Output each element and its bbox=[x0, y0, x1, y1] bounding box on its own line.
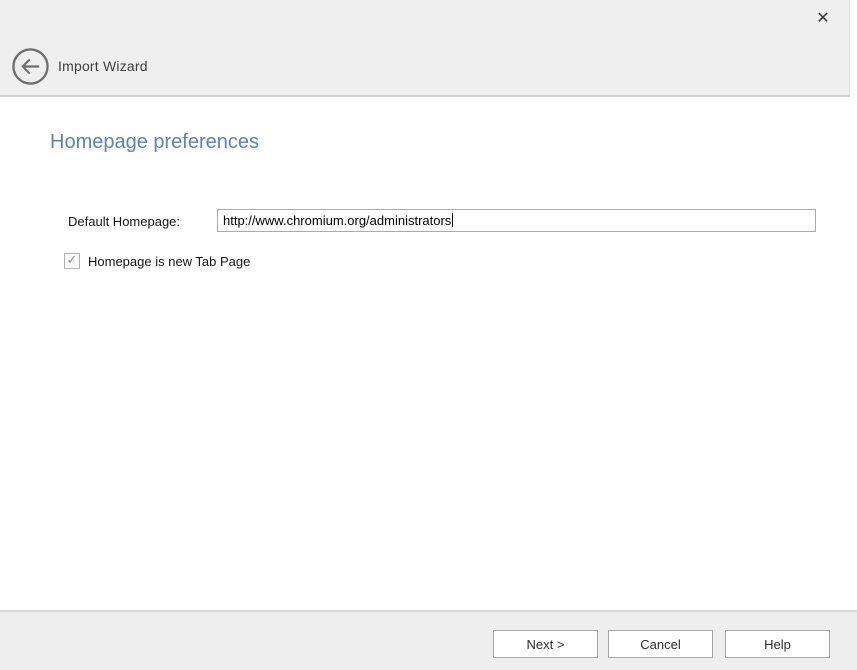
help-button[interactable]: Help bbox=[725, 630, 830, 658]
wizard-header: Import Wizard ✕ bbox=[0, 0, 850, 97]
default-homepage-input[interactable]: http://www.chromium.org/administrators bbox=[217, 209, 816, 232]
page-title: Homepage preferences bbox=[50, 131, 259, 154]
homepage-newtab-label: Homepage is new Tab Page bbox=[88, 254, 250, 269]
close-button[interactable]: ✕ bbox=[809, 4, 837, 32]
next-button[interactable]: Next > bbox=[493, 630, 598, 658]
homepage-newtab-row: ✓ Homepage is new Tab Page bbox=[64, 253, 250, 269]
text-caret bbox=[452, 213, 453, 227]
checkmark-icon: ✓ bbox=[67, 254, 78, 267]
wizard-body: Homepage preferences Default Homepage: h… bbox=[0, 99, 857, 610]
homepage-newtab-checkbox[interactable]: ✓ bbox=[64, 253, 80, 269]
import-wizard-window: Import Wizard ✕ Homepage preferences Def… bbox=[0, 0, 857, 670]
default-homepage-label: Default Homepage: bbox=[68, 214, 180, 229]
cancel-button[interactable]: Cancel bbox=[608, 630, 713, 658]
wizard-title: Import Wizard bbox=[58, 58, 148, 74]
default-homepage-value: http://www.chromium.org/administrators bbox=[223, 213, 451, 228]
back-arrow-icon bbox=[11, 47, 50, 86]
wizard-footer: Next > Cancel Help bbox=[0, 610, 857, 670]
back-button[interactable] bbox=[11, 47, 50, 86]
